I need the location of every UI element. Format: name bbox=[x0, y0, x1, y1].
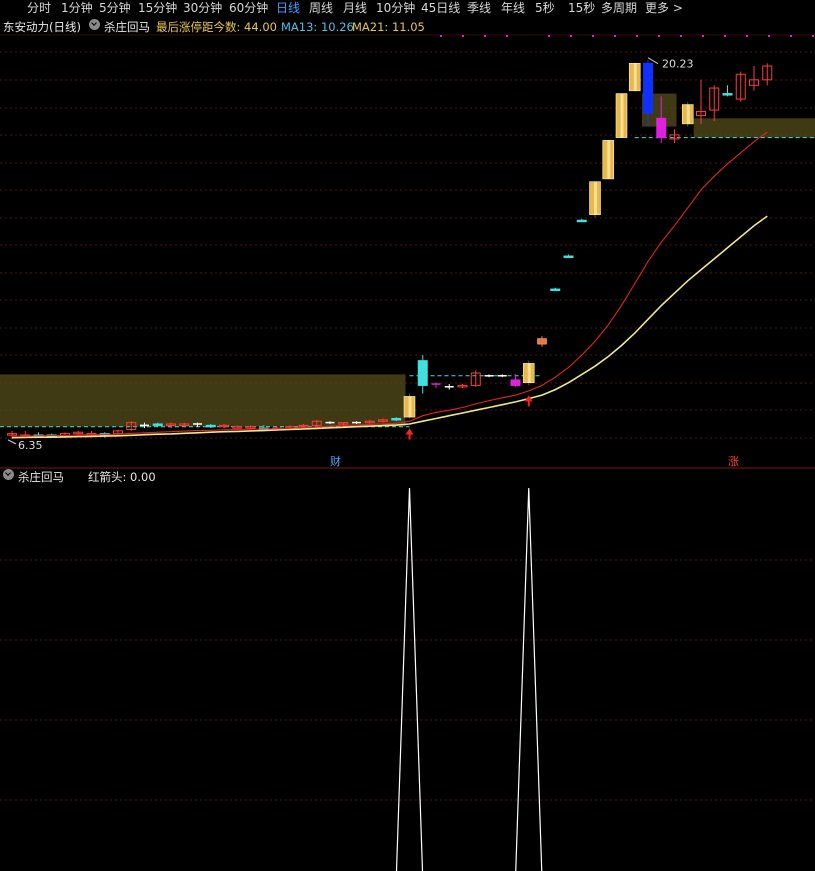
candle-body-15 bbox=[205, 424, 216, 428]
candle-33 bbox=[444, 384, 454, 390]
candle-50 bbox=[669, 129, 680, 144]
candle-47 bbox=[628, 62, 641, 92]
signal-dot-5 bbox=[570, 35, 572, 37]
candle-53 bbox=[709, 85, 720, 122]
consolidation-zone-3 bbox=[693, 118, 815, 138]
candle-46 bbox=[615, 93, 628, 138]
candle-body-41 bbox=[550, 288, 561, 292]
signal-dot-8 bbox=[636, 35, 638, 37]
candle-body-29 bbox=[391, 417, 402, 421]
signal-dot-16 bbox=[812, 35, 814, 37]
signal-dot-13 bbox=[746, 35, 748, 37]
limit-up-event-label: 涨 bbox=[728, 455, 739, 468]
signal-spike-30 bbox=[395, 487, 424, 871]
signal-dot-12 bbox=[724, 35, 726, 37]
candle-body-48 bbox=[643, 62, 653, 114]
candle-54 bbox=[722, 85, 733, 97]
candle-5 bbox=[73, 430, 84, 435]
finance-event-label: 财 bbox=[330, 454, 341, 468]
candle-body-11 bbox=[152, 423, 163, 426]
candle-35 bbox=[470, 370, 481, 387]
candle-body-shine-46 bbox=[620, 93, 624, 138]
signal-dot-15 bbox=[790, 35, 792, 37]
signal-dot-3 bbox=[506, 35, 508, 37]
candle-42 bbox=[563, 254, 574, 259]
low-mark-line bbox=[7, 439, 17, 445]
candle-51 bbox=[681, 101, 694, 127]
candle-body-54 bbox=[722, 93, 733, 96]
candle-41 bbox=[550, 287, 561, 292]
signal-dot-11 bbox=[702, 35, 704, 37]
candle-43 bbox=[576, 218, 587, 223]
candle-body-shine-39 bbox=[527, 363, 531, 383]
signal-dot-7 bbox=[614, 35, 616, 37]
candle-38 bbox=[510, 374, 521, 387]
candle-39 bbox=[522, 360, 535, 386]
candle-34 bbox=[457, 384, 468, 389]
candle-37 bbox=[497, 374, 507, 378]
candle-body-38 bbox=[510, 379, 521, 386]
candle-body-31 bbox=[417, 360, 428, 386]
signal-dot-10 bbox=[680, 35, 682, 37]
candle-body-shine-30 bbox=[408, 396, 412, 418]
candle-40 bbox=[537, 335, 547, 347]
signal-spike-39 bbox=[515, 487, 543, 871]
signal-spikes bbox=[395, 487, 543, 871]
signal-dot-2 bbox=[484, 35, 486, 37]
candle-body-shine-47 bbox=[633, 63, 637, 91]
consolidation-zone-1 bbox=[0, 374, 406, 427]
candle-45 bbox=[602, 140, 615, 180]
candle-body-shine-44 bbox=[594, 181, 597, 215]
candle-31 bbox=[417, 355, 428, 394]
candle-55 bbox=[735, 71, 746, 102]
candle-body-42 bbox=[563, 255, 574, 259]
signal-dot-4 bbox=[548, 35, 550, 37]
signal-dot-14 bbox=[768, 35, 770, 37]
low-price-label: 6.35 bbox=[18, 439, 43, 452]
candle-body-40 bbox=[537, 338, 547, 345]
candle-52 bbox=[696, 79, 706, 124]
candle-body-shine-51 bbox=[686, 104, 690, 124]
candle-36 bbox=[484, 374, 494, 378]
candle-body-43 bbox=[576, 219, 587, 223]
signal-dot-6 bbox=[592, 35, 594, 37]
signal-dot-0 bbox=[440, 35, 442, 37]
candle-body-shine-45 bbox=[607, 140, 611, 179]
candle-44 bbox=[589, 181, 601, 218]
candle-32 bbox=[431, 382, 441, 389]
signal-dot-1 bbox=[462, 35, 464, 37]
candle-57 bbox=[762, 63, 773, 86]
signal-dot-9 bbox=[658, 35, 660, 37]
kline-chart[interactable]: 20.23 6.35 财 涨 bbox=[0, 0, 815, 871]
candle-56 bbox=[749, 66, 759, 91]
high-price-label: 20.23 bbox=[662, 58, 694, 71]
candle-body-49 bbox=[656, 117, 667, 139]
candle-30 bbox=[403, 393, 416, 419]
